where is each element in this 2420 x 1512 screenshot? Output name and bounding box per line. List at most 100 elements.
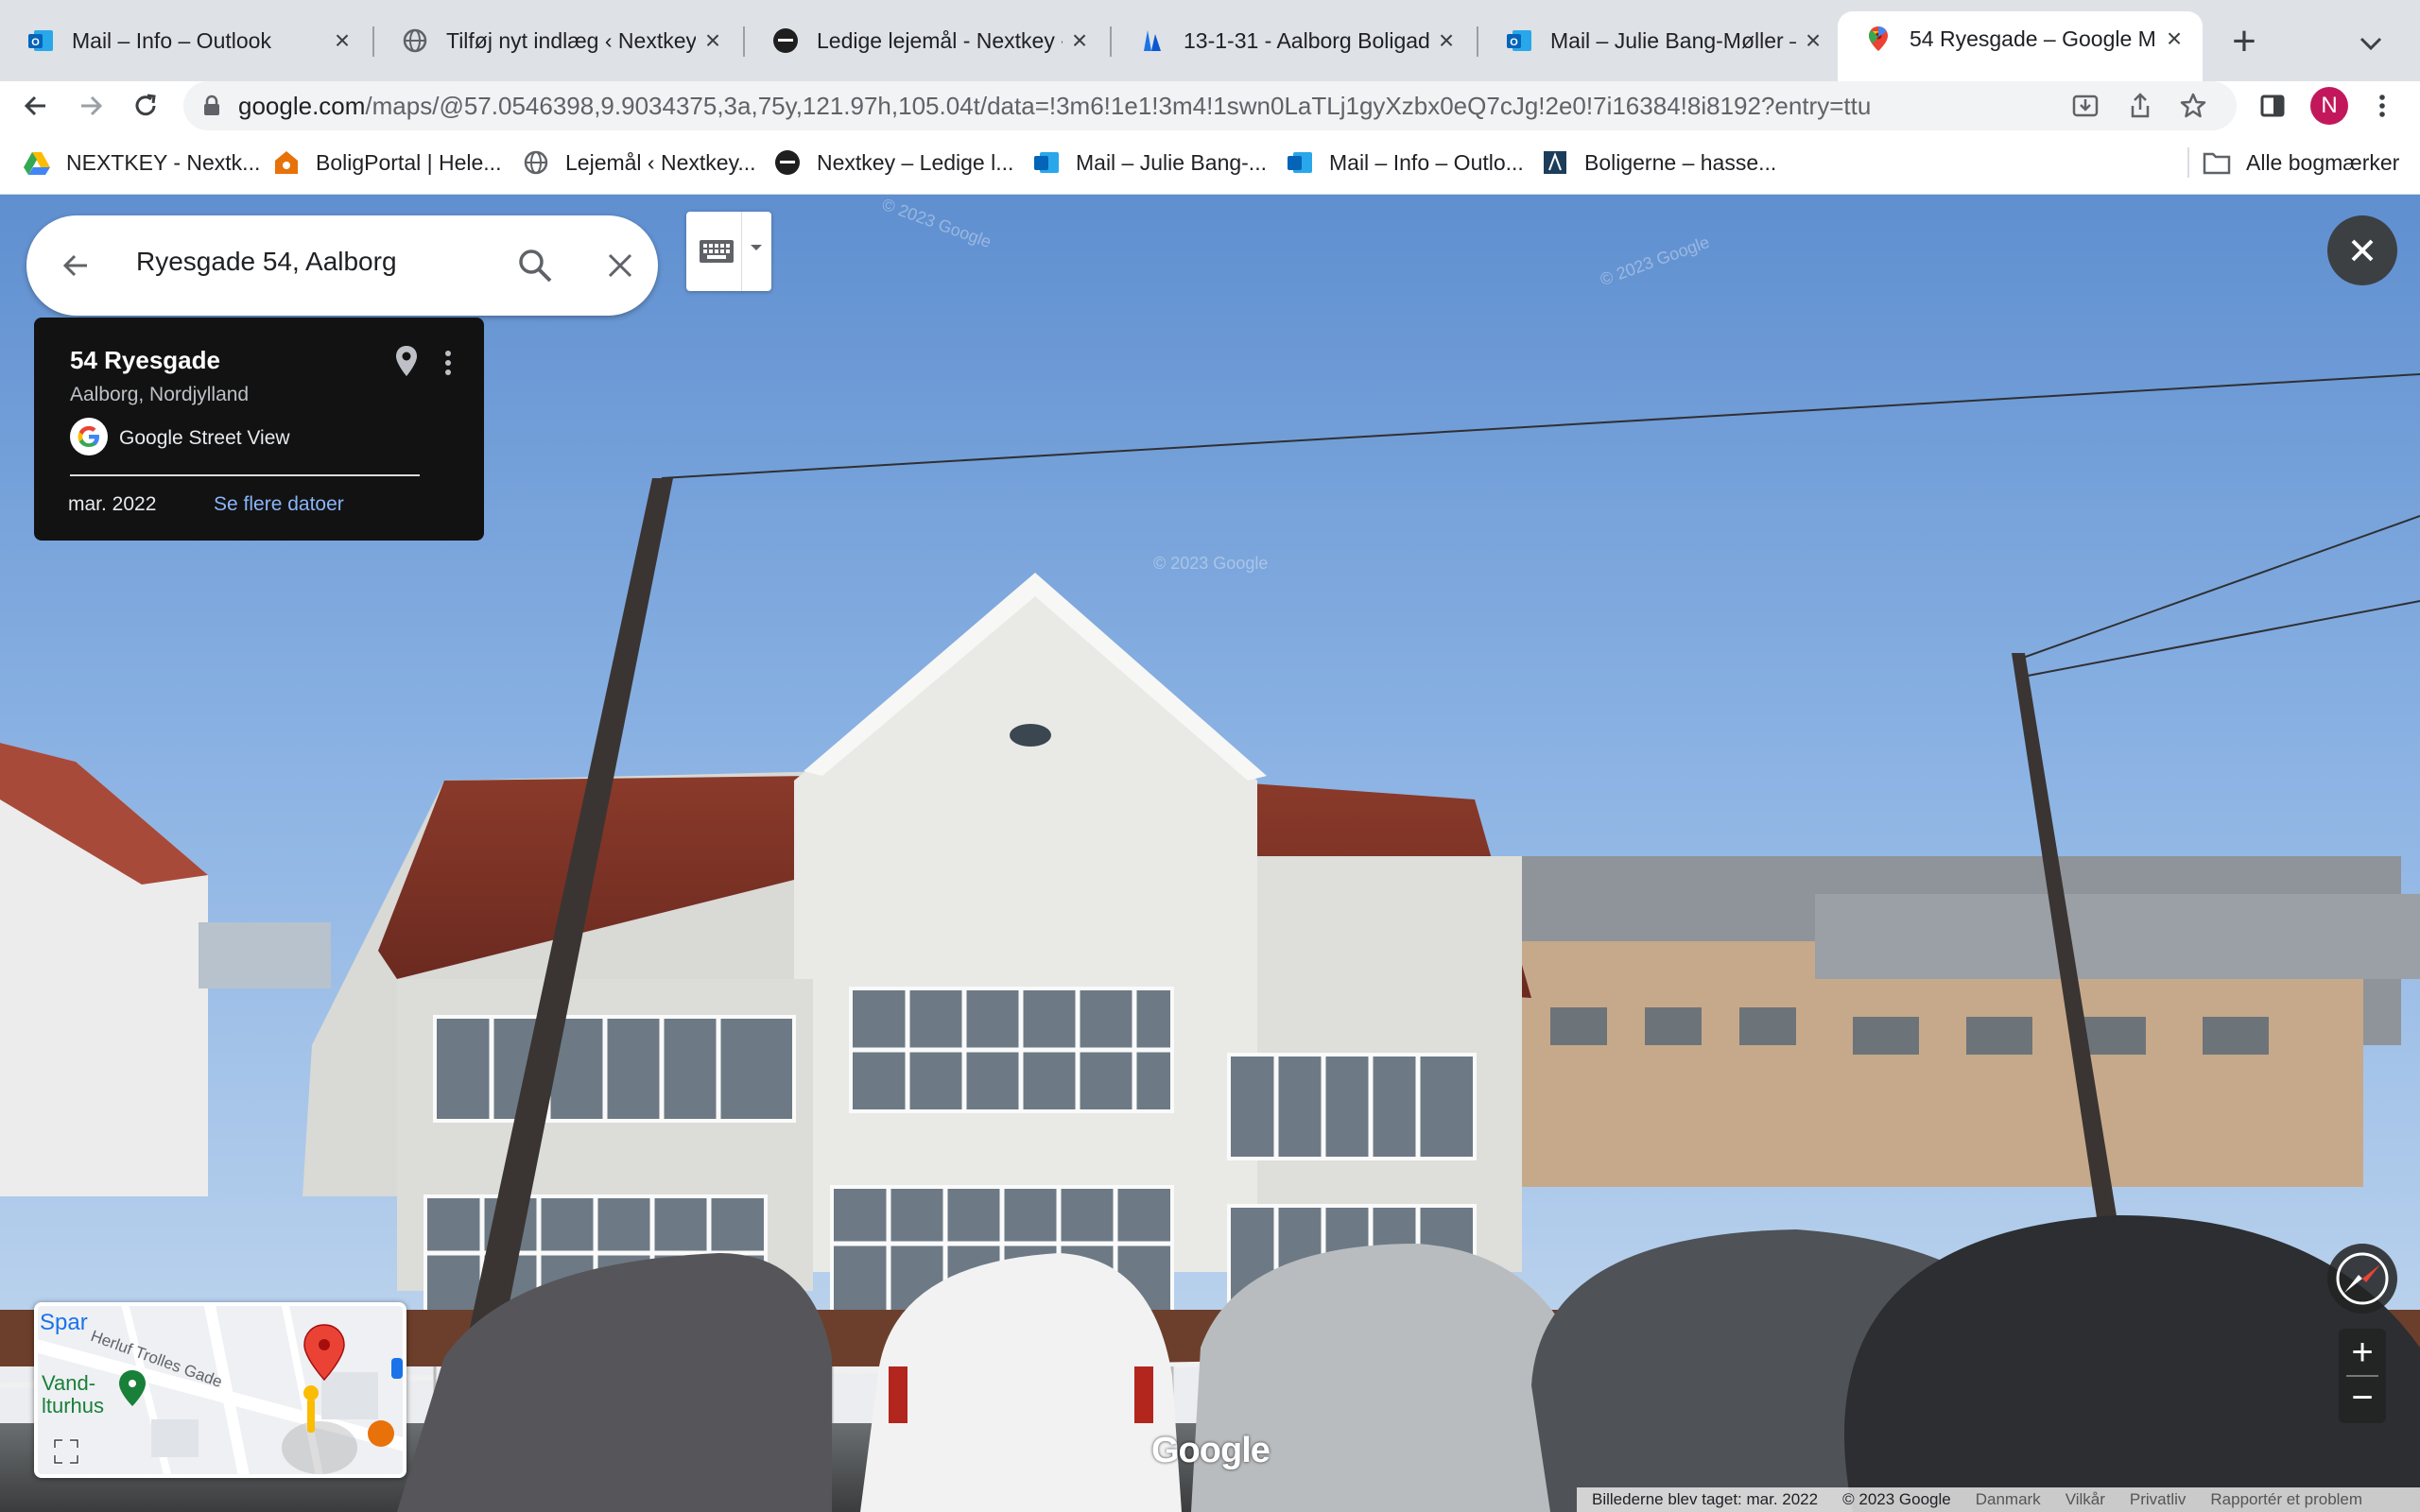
tab-title: Mail – Info – Outlook	[72, 27, 271, 53]
outlook-icon	[1286, 148, 1314, 177]
url-text[interactable]: google.com/maps/@57.0546398,9.9034375,3a…	[238, 92, 1871, 121]
tab-aalborg-boligadm[interactable]: 13-1-31 - Aalborg Boligadr ×	[1112, 15, 1475, 66]
tab-title: Mail – Julie Bang-Møller –	[1550, 27, 1796, 53]
zoom-in-button[interactable]: +	[2339, 1329, 2386, 1376]
bookmark-star-icon[interactable]	[2178, 91, 2208, 121]
poi-spar[interactable]: Spar	[40, 1310, 88, 1336]
tab-title: 54 Ryesgade – Google Ma	[1910, 26, 2157, 51]
tab-title: Ledige lejemål - Nextkey -	[817, 27, 1063, 53]
bookmark-label: BoligPortal | Hele...	[316, 149, 502, 175]
bookmark-mail-julie[interactable]: Mail – Julie Bang-...	[1032, 146, 1267, 180]
tab-outlook-info[interactable]: O Mail – Info – Outlook ×	[0, 15, 371, 66]
search-input[interactable]: Ryesgade 54, Aalborg	[136, 247, 397, 277]
tab-mail-julie[interactable]: O Mail – Julie Bang-Møller – ×	[1478, 15, 1841, 66]
bookmark-boligportal[interactable]: BoligPortal | Hele...	[272, 146, 501, 180]
bookmark-boligerne[interactable]: Boligerne – hasse...	[1541, 146, 1776, 180]
bookmark-mail-info[interactable]: Mail – Info – Outlo...	[1286, 146, 1524, 180]
boligportal-icon	[272, 148, 301, 177]
install-app-icon[interactable]	[2070, 91, 2100, 121]
capture-date-notice: Billederne blev taget: mar. 2022	[1592, 1490, 1819, 1508]
more-vert-icon	[2379, 94, 2385, 117]
svg-text:O: O	[1510, 37, 1518, 48]
globe-icon	[401, 26, 429, 55]
bookmark-lejemaal[interactable]: Lejemål ‹ Nextkey...	[522, 146, 756, 180]
close-tab-icon[interactable]: ×	[1063, 24, 1097, 58]
tab-search-icon[interactable]	[2352, 25, 2390, 62]
divider	[70, 474, 420, 476]
reload-icon	[135, 94, 156, 116]
google-logo: Google	[1151, 1431, 1270, 1470]
toolbar: google.com/maps/@57.0546398,9.9034375,3a…	[0, 81, 2420, 130]
more-vert-icon[interactable]	[437, 346, 459, 380]
mini-map[interactable]: Spar Herluf Trolles Gade Vand-lturhus	[34, 1302, 406, 1478]
report-problem-link[interactable]: Rapportér et problem	[2210, 1490, 2362, 1509]
all-bookmarks-label: Alle bogmærker	[2246, 149, 2400, 175]
address-bar[interactable]: google.com/maps/@57.0546398,9.9034375,3a…	[183, 81, 2237, 130]
see-more-dates-link[interactable]: Se flere datoer	[214, 493, 344, 516]
terms-link[interactable]: Vilkår	[2066, 1490, 2105, 1509]
place-subtitle: Aalborg, Nordjylland	[70, 384, 250, 405]
close-tab-icon[interactable]: ×	[2157, 22, 2191, 56]
search-icon[interactable]	[514, 245, 556, 286]
chevron-down-icon[interactable]	[745, 236, 768, 259]
poi-label: lturhus	[42, 1394, 105, 1418]
watermark: © 2023 Google	[1153, 554, 1269, 573]
arrow-left-icon	[24, 95, 45, 116]
url-domain: google.com	[238, 92, 366, 120]
tab-google-maps[interactable]: 54 Ryesgade – Google Ma ×	[1838, 11, 2203, 81]
close-tab-icon[interactable]: ×	[696, 24, 730, 58]
side-panel-icon	[2260, 94, 2285, 117]
close-icon	[2351, 239, 2374, 262]
country-link[interactable]: Danmark	[1976, 1490, 2041, 1509]
bookmark-nextkey-drive[interactable]: NEXTKEY - Nextk...	[23, 146, 260, 180]
nextkey-icon	[771, 26, 800, 55]
keyboard-icon	[700, 240, 734, 263]
close-street-view-button[interactable]	[2327, 215, 2397, 285]
imagery-source: Google Street View	[119, 427, 290, 449]
compass-control[interactable]	[2327, 1244, 2397, 1314]
capture-date: mar. 2022	[68, 493, 157, 515]
reload-button[interactable]	[127, 87, 164, 125]
divider	[741, 212, 742, 291]
close-tab-icon[interactable]: ×	[325, 24, 359, 58]
close-icon[interactable]	[601, 247, 639, 284]
maps-pin-icon	[1864, 25, 1893, 53]
lock-icon[interactable]	[199, 93, 225, 119]
expand-icon[interactable]	[51, 1436, 81, 1467]
privacy-link[interactable]: Privatliv	[2130, 1490, 2187, 1509]
bookmark-nextkey-ledige[interactable]: Nextkey – Ledige l...	[773, 146, 1013, 180]
street-view-panorama[interactable]: © 2023 Google © 2023 Google © 2023 Googl…	[0, 195, 2420, 1512]
back-button[interactable]	[17, 87, 55, 125]
bookmark-label: Boligerne – hasse...	[1584, 149, 1777, 175]
tab-tilfoj-indlaeg[interactable]: Tilføj nyt indlæg ‹ Nextkey ×	[374, 15, 741, 66]
map-pin-icon[interactable]	[391, 344, 422, 378]
outlook-icon: O	[1505, 26, 1533, 55]
keyboard-shortcuts-button[interactable]	[686, 212, 771, 291]
place-title: 54 Ryesgade	[70, 346, 220, 374]
url-path: /maps/@57.0546398,9.9034375,3a,75y,121.9…	[365, 92, 1872, 120]
share-icon[interactable]	[2125, 91, 2155, 121]
profile-avatar[interactable]: N	[2310, 87, 2348, 125]
compass-icon	[2336, 1252, 2389, 1305]
poi-label: Vand-	[42, 1371, 96, 1395]
close-tab-icon[interactable]: ×	[1796, 24, 1830, 58]
tab-strip: O Mail – Info – Outlook × Tilføj nyt ind…	[0, 0, 2420, 81]
copyright-text: © 2023 Google	[1842, 1490, 1951, 1508]
boligerne-icon	[1541, 148, 1569, 177]
bookmark-label: NEXTKEY - Nextk...	[66, 149, 261, 175]
tab-ledige-lejemaal[interactable]: Ledige lejemål - Nextkey - ×	[745, 15, 1108, 66]
outlook-icon: O	[26, 26, 55, 55]
poi-vandkulturhus[interactable]: Vand-lturhus	[42, 1372, 104, 1418]
back-arrow-icon[interactable]	[57, 247, 95, 284]
forward-button[interactable]	[72, 87, 110, 125]
folder-icon	[2203, 148, 2231, 177]
search-box[interactable]: Ryesgade 54, Aalborg	[26, 215, 658, 316]
zoom-out-button[interactable]: −	[2339, 1376, 2386, 1423]
outlook-icon	[1032, 148, 1061, 177]
close-tab-icon[interactable]: ×	[1429, 24, 1463, 58]
all-bookmarks-button[interactable]: Alle bogmærker	[2203, 146, 2399, 180]
side-panel-button[interactable]	[2254, 87, 2291, 125]
boligadm-icon	[1138, 26, 1167, 55]
new-tab-button[interactable]: +	[2221, 21, 2267, 62]
chrome-menu-button[interactable]	[2363, 87, 2401, 125]
